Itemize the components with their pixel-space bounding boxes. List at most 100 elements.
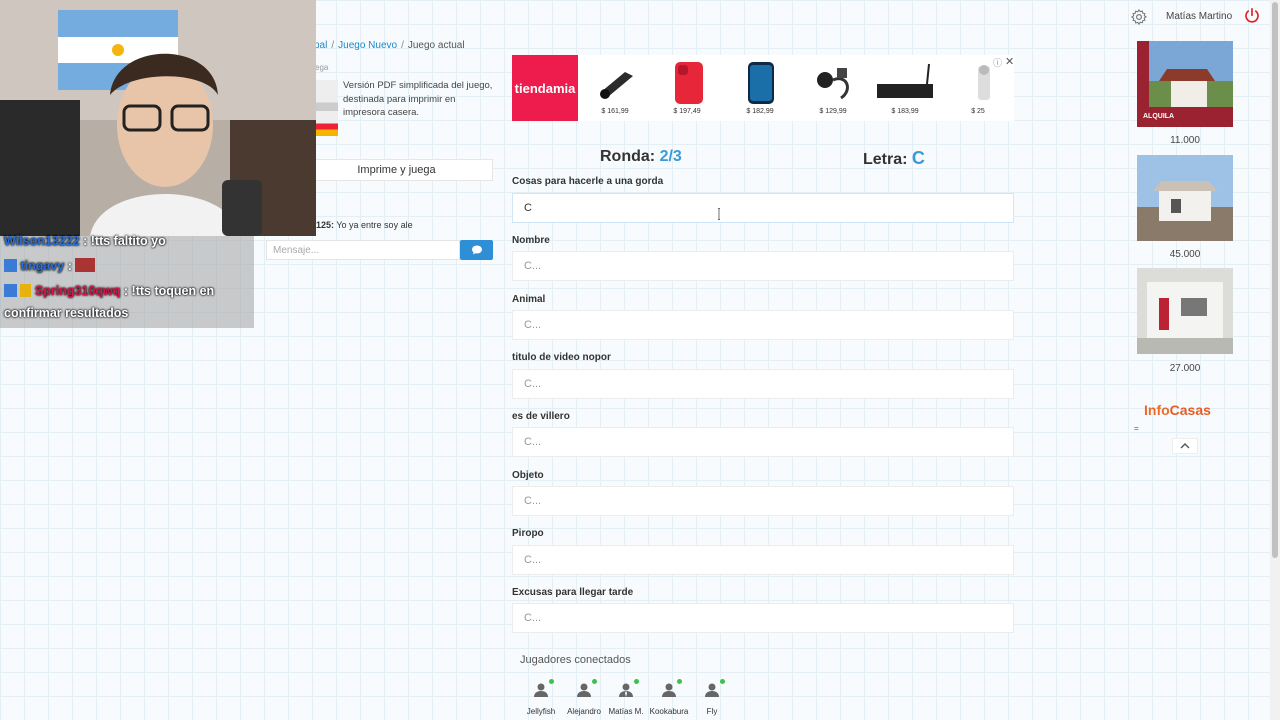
category-label: titulo de video nopor xyxy=(512,352,611,363)
promo-description: Versión PDF simplificada del juego, dest… xyxy=(343,80,493,118)
promo-thumbnail xyxy=(316,80,338,136)
category-input[interactable] xyxy=(512,251,1014,281)
chat-message-input[interactable] xyxy=(266,240,460,260)
category-label: Animal xyxy=(512,294,546,305)
listing-badge: ALQUILA xyxy=(1143,113,1174,120)
promo-small-label: ega xyxy=(315,63,329,72)
player-name: Jellyfish xyxy=(526,707,556,716)
ad-product[interactable]: $ 197,49 xyxy=(659,58,715,118)
round-label: Ronda: xyxy=(600,148,656,165)
ad-product[interactable]: $ 161,99 xyxy=(587,58,643,118)
category-label: es de villero xyxy=(512,411,570,422)
ad-brand-logo[interactable]: tiendamia xyxy=(512,55,578,121)
ad-menu-icon[interactable]: = xyxy=(1134,424,1139,433)
stream-chat-user: tingavy xyxy=(20,259,65,273)
phone-product-image xyxy=(748,62,774,104)
emote-icon xyxy=(75,258,96,272)
ad-close-icon[interactable]: ✕ xyxy=(1005,55,1014,68)
letter-indicator: Letra: C xyxy=(863,148,925,169)
player-item: Alejandro xyxy=(562,679,606,716)
category-label: Excusas para llegar tarde xyxy=(512,587,634,598)
user-tie-icon xyxy=(619,683,633,697)
stream-chat-row: tingavy : xyxy=(4,258,96,273)
player-item: Jellyfish xyxy=(519,679,563,716)
stream-chat-text: confirmar resultados xyxy=(4,306,129,320)
user-icon xyxy=(662,683,676,697)
category-input[interactable] xyxy=(512,369,1014,399)
badge-icon xyxy=(4,259,17,272)
phone-product-image xyxy=(675,62,703,104)
ad-price: $ 25 xyxy=(971,108,985,115)
category-input[interactable] xyxy=(512,486,1014,516)
category-label: Nombre xyxy=(512,235,550,246)
user-icon xyxy=(705,683,719,697)
breadcrumb-home[interactable]: pal xyxy=(314,40,327,51)
stream-chat-user: Spring310qwq xyxy=(34,284,121,298)
ad-price: $ 161,99 xyxy=(601,108,629,115)
player-item: Fly xyxy=(690,679,734,716)
logo-part-b: Casas xyxy=(1169,402,1211,418)
breadcrumb-new-game[interactable]: Juego Nuevo xyxy=(338,40,397,51)
listing-price: 45.000 xyxy=(1169,249,1201,260)
online-indicator xyxy=(549,679,554,684)
stream-chat-user: Wilson13222 xyxy=(4,234,80,248)
user-icon xyxy=(577,683,591,697)
badge-icon xyxy=(4,284,17,297)
online-indicator xyxy=(634,679,639,684)
player-item: Matías M. xyxy=(604,679,648,716)
online-indicator xyxy=(677,679,682,684)
gear-icon[interactable] xyxy=(1130,8,1148,26)
online-indicator xyxy=(720,679,725,684)
webcam-overlay xyxy=(0,0,316,236)
charger-product-image xyxy=(817,68,849,100)
player-name: Matías M. xyxy=(608,707,644,716)
breadcrumb-current: Juego actual xyxy=(407,40,465,51)
stream-chat-text: : !tts faltito yo xyxy=(83,234,166,248)
category-label: Cosas para hacerle a una gorda xyxy=(512,176,664,187)
ad-product[interactable]: $ 129,99 xyxy=(805,58,861,118)
stream-chat-row: confirmar resultados xyxy=(4,306,128,320)
ad-price: $ 183,99 xyxy=(891,108,919,115)
stream-chat-row: Wilson13222 : !tts faltito yo xyxy=(4,234,166,248)
headset-product-image xyxy=(600,72,633,99)
stream-chat-overlay: Wilson13222 : !tts faltito yo tingavy : … xyxy=(0,234,254,328)
listing-price: 27.000 xyxy=(1169,363,1201,374)
ad-product[interactable]: $ 183,99 xyxy=(877,58,933,118)
power-icon[interactable] xyxy=(1243,7,1261,25)
streamer-camera-image xyxy=(0,0,316,236)
house-listing-image[interactable] xyxy=(1137,155,1233,241)
category-input[interactable] xyxy=(512,427,1014,457)
chat-message-user: 125: xyxy=(316,220,335,230)
house-listing-image[interactable] xyxy=(1137,268,1233,354)
category-input[interactable] xyxy=(512,310,1014,340)
round-indicator: Ronda: 2/3 xyxy=(600,148,682,166)
category-input[interactable] xyxy=(512,603,1014,633)
breadcrumb: pal / Juego Nuevo / Juego actual xyxy=(314,40,465,51)
stream-chat-text: : !tts toquen en xyxy=(123,284,215,298)
chat-message-text: Yo ya entre soy ale xyxy=(336,220,413,230)
logo-part-a: Info xyxy=(1144,402,1170,418)
ad-price: $ 129,99 xyxy=(819,108,847,115)
ad-product[interactable]: $ 182,99 xyxy=(732,58,788,118)
stream-chat-row: Spring310qwq : !tts toquen en xyxy=(4,284,214,298)
category-input[interactable] xyxy=(512,545,1014,575)
ad-info-icon[interactable]: ⓘ xyxy=(993,56,1002,69)
category-input[interactable] xyxy=(512,193,1014,223)
ad-price: $ 182,99 xyxy=(746,108,774,115)
chat-send-button[interactable] xyxy=(460,240,493,260)
scrollbar-thumb[interactable] xyxy=(1272,2,1278,558)
print-and-play-button[interactable]: Imprime y juega xyxy=(300,159,493,181)
listing-price: 11.000 xyxy=(1170,135,1200,146)
house-listing-image[interactable]: ALQUILA xyxy=(1137,41,1233,127)
collapse-ad-button[interactable] xyxy=(1172,438,1198,454)
infocasas-logo[interactable]: InfoCasas xyxy=(1144,402,1211,418)
player-name: Kookabura xyxy=(649,707,689,716)
letter-value: C xyxy=(911,148,925,168)
user-icon xyxy=(534,683,548,697)
connected-players-title: Jugadores conectados xyxy=(520,654,631,666)
category-label: Piropo xyxy=(512,528,544,539)
player-name: Alejandro xyxy=(567,707,601,716)
player-item: Kookabura xyxy=(647,679,691,716)
user-name[interactable]: Matías Martino xyxy=(1166,11,1232,22)
player-name: Fly xyxy=(706,707,718,716)
